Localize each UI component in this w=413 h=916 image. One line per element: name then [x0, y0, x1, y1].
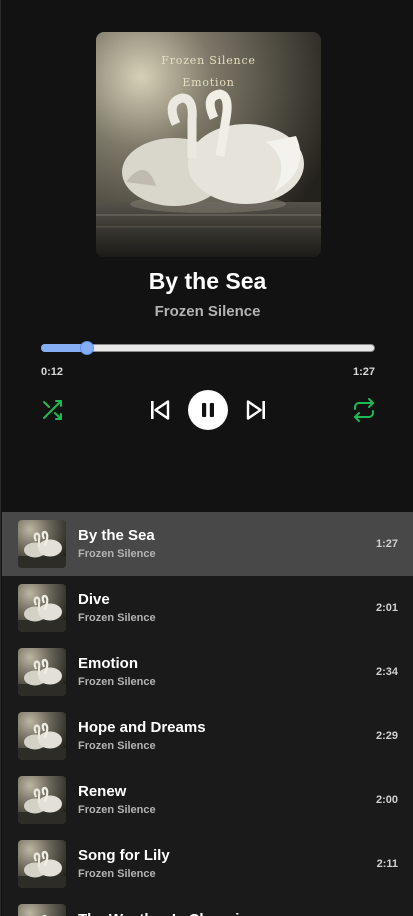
track-duration: 2:34 — [375, 666, 398, 678]
track-artist: Frozen Silence — [78, 548, 156, 560]
playlist-item[interactable]: The Weather Is ChangingFrozen Silence — [2, 896, 413, 916]
playlist-item[interactable]: Emotion Frozen Silence 2:34 — [2, 640, 413, 704]
next-button[interactable] — [244, 398, 268, 422]
track-title: The Weather Is Changing — [78, 911, 258, 916]
shuffle-icon — [43, 400, 62, 420]
playlist-item[interactable]: By the Sea Frozen Silence 1:27 — [2, 512, 413, 576]
play-pause-button[interactable] — [188, 390, 228, 430]
track-thumbnail — [18, 904, 66, 916]
playlist-item[interactable]: Dive Frozen Silence 2:01 — [2, 576, 413, 640]
track-duration: 2:11 — [376, 858, 398, 870]
track-title: Dive — [78, 591, 110, 608]
track-thumbnail — [18, 584, 66, 632]
track-duration: 2:29 — [375, 730, 398, 742]
track-thumbnail — [18, 648, 66, 696]
track-thumbnail — [18, 776, 66, 824]
now-playing-artist: Frozen Silence — [154, 303, 261, 320]
track-title: Song for Lily — [78, 847, 170, 864]
pause-icon — [202, 403, 214, 417]
repeat-icon — [354, 398, 374, 422]
playlist-item[interactable]: Hope and Dreams Frozen Silence 2:29 — [2, 704, 413, 768]
track-thumbnail — [18, 840, 66, 888]
track-title: Renew — [78, 783, 127, 800]
playlist: By the Sea Frozen Silence 1:27 Dive Frozen S… — [2, 512, 413, 916]
previous-button[interactable] — [148, 398, 172, 422]
playlist-item[interactable]: Renew Frozen Silence 2:00 — [2, 768, 413, 832]
track-duration: 2:01 — [375, 602, 398, 614]
music-player: Frozen Silence Emotion By the Sea Frozen… — [0, 0, 413, 916]
skip-next-icon — [246, 400, 265, 420]
album-cover: Frozen Silence Emotion — [96, 32, 321, 257]
track-artist: Frozen Silence — [78, 804, 156, 816]
track-duration: 2:00 — [375, 794, 398, 806]
progress-thumb[interactable] — [80, 341, 95, 355]
cover-artist-text: Frozen Silence — [161, 54, 256, 67]
track-title: By the Sea — [78, 527, 155, 544]
track-artist: Frozen Silence — [78, 868, 156, 880]
track-artist: Frozen Silence — [78, 612, 156, 624]
shuffle-button[interactable] — [40, 398, 64, 422]
cover-album-text: Emotion — [182, 76, 235, 89]
track-duration: 1:27 — [375, 538, 398, 550]
now-playing-title: By the Sea — [148, 268, 267, 294]
track-artist: Frozen Silence — [78, 740, 156, 752]
total-time: 1:27 — [352, 366, 375, 378]
track-thumbnail — [18, 520, 66, 568]
track-title: Hope and Dreams — [78, 719, 206, 736]
elapsed-time: 0:12 — [41, 366, 64, 378]
playlist-item[interactable]: Song for Lily Frozen Silence 2:11 — [2, 832, 413, 896]
skip-previous-icon — [151, 400, 170, 420]
track-thumbnail — [18, 712, 66, 760]
track-title: Emotion — [78, 655, 138, 672]
repeat-button[interactable] — [352, 398, 376, 422]
track-artist: Frozen Silence — [78, 676, 156, 688]
